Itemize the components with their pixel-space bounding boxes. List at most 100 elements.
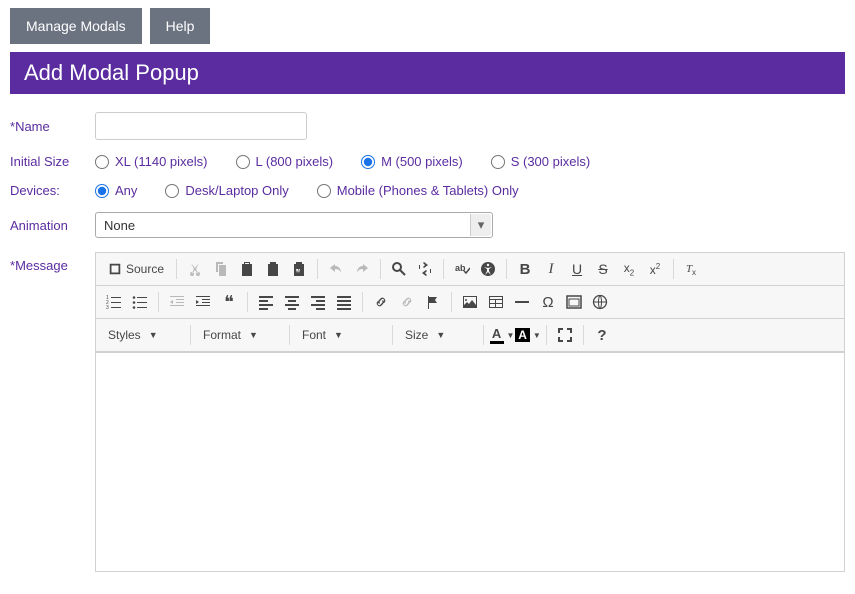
bg-color-button[interactable]: A▼: [516, 323, 540, 347]
device-any-radio[interactable]: [95, 184, 109, 198]
text-color-button[interactable]: A▼: [490, 323, 514, 347]
replace-icon: [417, 261, 433, 277]
unlink-button[interactable]: [395, 290, 419, 314]
separator: [483, 325, 484, 345]
paste-text-icon: [265, 261, 281, 277]
remove-format-icon: Tx: [684, 261, 700, 277]
format-combo[interactable]: Format ▼: [197, 323, 283, 347]
cut-button[interactable]: [183, 257, 207, 281]
hr-button[interactable]: [510, 290, 534, 314]
undo-button[interactable]: [324, 257, 348, 281]
separator: [190, 325, 191, 345]
label-devices: Devices:: [10, 183, 95, 198]
svg-text:3: 3: [106, 305, 109, 310]
align-justify-button[interactable]: [332, 290, 356, 314]
paste-text-button[interactable]: [261, 257, 285, 281]
copy-icon: [213, 261, 229, 277]
superscript-button[interactable]: x2: [643, 257, 667, 281]
device-desk-option[interactable]: Desk/Laptop Only: [165, 183, 288, 198]
device-mobile-option[interactable]: Mobile (Phones & Tablets) Only: [317, 183, 519, 198]
size-m-radio[interactable]: [361, 155, 375, 169]
align-center-button[interactable]: [280, 290, 304, 314]
iframe-button[interactable]: [562, 290, 586, 314]
iframe-icon: [566, 294, 582, 310]
image-button[interactable]: [458, 290, 482, 314]
rich-text-editor: Source ab B I U S x2 x2 Tx: [95, 252, 845, 572]
table-button[interactable]: [484, 290, 508, 314]
svg-text:x: x: [692, 268, 696, 277]
size-s-radio[interactable]: [491, 155, 505, 169]
tab-help[interactable]: Help: [150, 8, 211, 44]
unordered-list-button[interactable]: [128, 290, 152, 314]
undo-icon: [328, 261, 344, 277]
caret-down-icon: ▼: [436, 330, 445, 340]
replace-button[interactable]: [413, 257, 437, 281]
paste-word-button[interactable]: [287, 257, 311, 281]
size-s-option[interactable]: S (300 pixels): [491, 154, 590, 169]
ordered-list-button[interactable]: 123: [102, 290, 126, 314]
italic-button[interactable]: I: [539, 257, 563, 281]
size-l-option[interactable]: L (800 pixels): [236, 154, 334, 169]
align-left-button[interactable]: [254, 290, 278, 314]
size-xl-radio[interactable]: [95, 155, 109, 169]
caret-down-icon: ▼: [334, 330, 343, 340]
paste-button[interactable]: [235, 257, 259, 281]
separator: [247, 292, 248, 312]
caret-down-icon: ▼: [149, 330, 158, 340]
strike-button[interactable]: S: [591, 257, 615, 281]
source-label: Source: [126, 262, 164, 276]
flag-icon: [425, 294, 441, 310]
label-animation: Animation: [10, 218, 95, 233]
align-right-button[interactable]: [306, 290, 330, 314]
copy-button[interactable]: [209, 257, 233, 281]
subscript-button[interactable]: x2: [617, 257, 641, 281]
spellcheck-button[interactable]: ab: [450, 257, 474, 281]
source-button[interactable]: Source: [102, 257, 170, 281]
link-button[interactable]: [369, 290, 393, 314]
maximize-icon: [557, 327, 573, 343]
device-desk-radio[interactable]: [165, 184, 179, 198]
size-l-label: L (800 pixels): [256, 154, 334, 169]
separator: [176, 259, 177, 279]
indent-icon: [195, 294, 211, 310]
caret-down-icon: ▼: [249, 330, 258, 340]
font-combo[interactable]: Font▼: [296, 323, 386, 347]
size-combo[interactable]: Size ▼: [399, 323, 477, 347]
styles-combo[interactable]: Styles ▼: [102, 323, 184, 347]
anchor-button[interactable]: [421, 290, 445, 314]
size-m-option[interactable]: M (500 pixels): [361, 154, 463, 169]
outdent-button[interactable]: [165, 290, 189, 314]
underline-button[interactable]: U: [565, 257, 589, 281]
size-l-radio[interactable]: [236, 155, 250, 169]
special-char-button[interactable]: Ω: [536, 290, 560, 314]
maximize-button[interactable]: [553, 323, 577, 347]
tab-manage-modals[interactable]: Manage Modals: [10, 8, 142, 44]
device-mobile-radio[interactable]: [317, 184, 331, 198]
label-initial-size: Initial Size: [10, 154, 95, 169]
separator: [506, 259, 507, 279]
image-icon: [462, 294, 478, 310]
globe-icon: [592, 294, 608, 310]
separator: [673, 259, 674, 279]
bold-button[interactable]: B: [513, 257, 537, 281]
remove-format-button[interactable]: Tx: [680, 257, 704, 281]
separator: [546, 325, 547, 345]
page-title: Add Modal Popup: [10, 52, 845, 94]
editor-content-area[interactable]: [96, 352, 844, 571]
toolbar-row-1: Source ab B I U S x2 x2 Tx: [96, 253, 844, 286]
styles-label: Styles: [108, 328, 141, 342]
size-xl-option[interactable]: XL (1140 pixels): [95, 154, 208, 169]
accessibility-button[interactable]: [476, 257, 500, 281]
animation-select[interactable]: None ▾: [95, 212, 493, 238]
separator: [380, 259, 381, 279]
device-any-option[interactable]: Any: [95, 183, 137, 198]
embed-button[interactable]: [588, 290, 612, 314]
indent-button[interactable]: [191, 290, 215, 314]
name-input[interactable]: [95, 112, 307, 140]
about-button[interactable]: ?: [590, 323, 614, 347]
find-button[interactable]: [387, 257, 411, 281]
size-label: Size: [405, 328, 428, 342]
format-label: Format: [203, 328, 241, 342]
redo-button[interactable]: [350, 257, 374, 281]
blockquote-button[interactable]: ❝: [217, 290, 241, 314]
